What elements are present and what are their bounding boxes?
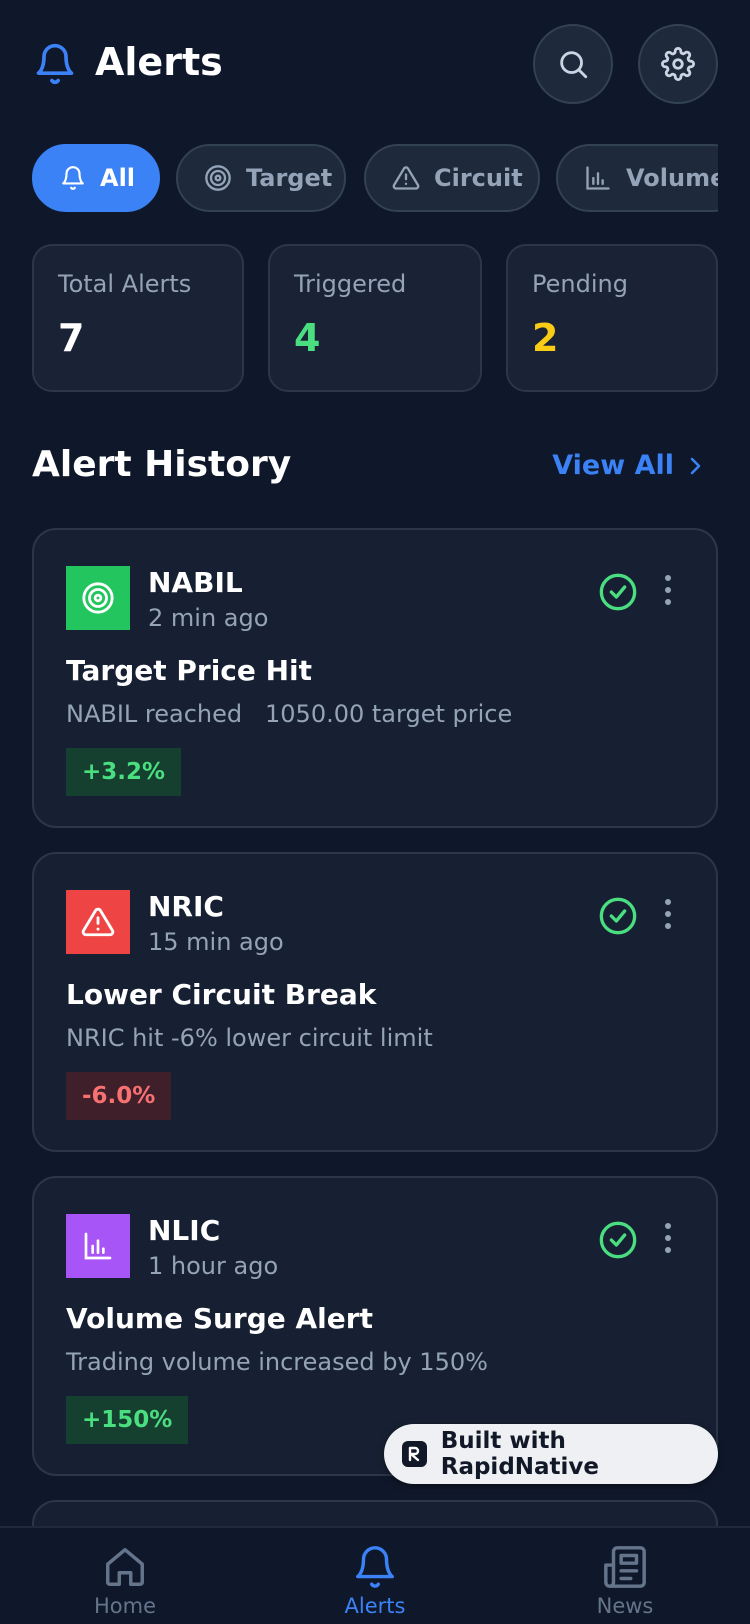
alerts-screen: Alerts All Target Circuit Volume Total A… (0, 0, 750, 1624)
alert-symbol: NABIL (148, 566, 243, 599)
bell-icon (62, 166, 84, 190)
bar-chart-icon (586, 166, 610, 190)
more-vertical-icon[interactable] (660, 568, 676, 612)
alert-change-badge: +150% (66, 1396, 189, 1444)
alert-change-badge: +3.2% (66, 748, 182, 796)
chevron-right-icon (690, 457, 701, 474)
filter-chip-target[interactable]: Target (176, 144, 346, 212)
filter-chip-label: Volume (626, 164, 718, 192)
alert-symbol: NRIC (148, 890, 224, 923)
alert-time: 15 min ago (148, 928, 284, 956)
settings-button[interactable] (638, 24, 718, 104)
header: Alerts (33, 24, 718, 124)
alert-title: Lower Circuit Break (66, 978, 377, 1011)
alert-description: NRIC hit -6% lower circuit limit (66, 1024, 433, 1052)
bell-icon (356, 1546, 394, 1588)
filter-chip-label: Circuit (434, 164, 523, 192)
alert-card[interactable]: NRIC 15 min ago Lower Circuit Break NRIC… (32, 852, 718, 1152)
warning-icon (81, 907, 115, 937)
filter-chip-all[interactable]: All (32, 144, 160, 212)
filter-chip-volume[interactable]: Volume (556, 144, 718, 212)
stat-label: Triggered (294, 270, 407, 298)
target-icon (205, 165, 231, 191)
bar-chart-icon (84, 1232, 112, 1260)
stat-value: 2 (532, 316, 559, 360)
bell-icon (36, 43, 74, 84)
alert-description: NABIL reached 1050.00 target price (66, 700, 513, 728)
alert-type-badge (66, 890, 130, 954)
alert-type-badge (66, 566, 130, 630)
search-button[interactable] (533, 24, 613, 104)
alert-symbol: NLIC (148, 1214, 221, 1247)
nav-item-alerts[interactable]: Alerts (295, 1544, 455, 1618)
section-title: Alert History (32, 444, 292, 485)
nav-item-news[interactable]: News (545, 1544, 705, 1618)
filter-chip-circuit[interactable]: Circuit (364, 144, 540, 212)
alert-time: 1 hour ago (148, 1252, 279, 1280)
nav-label: Alerts (344, 1594, 406, 1618)
newspaper-icon (604, 1546, 646, 1588)
home-icon (106, 1548, 144, 1586)
alert-type-badge (66, 1214, 130, 1278)
stat-label: Pending (532, 270, 628, 298)
built-with-label: Built with RapidNative (440, 1428, 600, 1480)
stat-total-alerts: Total Alerts 7 (32, 244, 244, 392)
target-icon (82, 582, 114, 614)
more-vertical-icon[interactable] (660, 892, 676, 936)
alert-title: Target Price Hit (66, 654, 313, 687)
warning-icon (392, 166, 420, 190)
alert-card[interactable]: NABIL 2 min ago Target Price Hit NABIL r… (32, 528, 718, 828)
stat-triggered: Triggered 4 (268, 244, 482, 392)
check-circle-icon (599, 573, 637, 611)
nav-item-home[interactable]: Home (45, 1544, 205, 1618)
filter-chips: All Target Circuit Volume (32, 144, 718, 212)
filter-chip-label: Target (246, 164, 333, 192)
page-title: Alerts (95, 40, 223, 84)
rapidnative-logo-icon (402, 1441, 427, 1467)
alert-title: Volume Surge Alert (66, 1302, 373, 1335)
stat-label: Total Alerts (58, 270, 192, 298)
more-vertical-icon[interactable] (660, 1216, 676, 1260)
bottom-nav: Home Alerts News (0, 1526, 750, 1624)
alert-description: Trading volume increased by 150% (66, 1348, 488, 1376)
search-icon (560, 51, 588, 79)
alert-time: 2 min ago (148, 604, 269, 632)
check-circle-icon (599, 1221, 637, 1259)
built-with-badge[interactable]: Built with RapidNative (384, 1424, 718, 1484)
stat-pending: Pending 2 (506, 244, 718, 392)
nav-label: Home (93, 1594, 156, 1618)
view-all-label: View All (552, 450, 674, 481)
stat-value: 7 (58, 316, 85, 360)
nav-label: News (596, 1594, 654, 1618)
alert-change-badge: -6.0% (66, 1072, 172, 1120)
view-all-link[interactable]: View All (552, 450, 706, 481)
stat-value: 4 (294, 316, 321, 360)
check-circle-icon (599, 897, 637, 935)
gear-icon (661, 47, 695, 81)
filter-chip-label: All (100, 164, 136, 192)
